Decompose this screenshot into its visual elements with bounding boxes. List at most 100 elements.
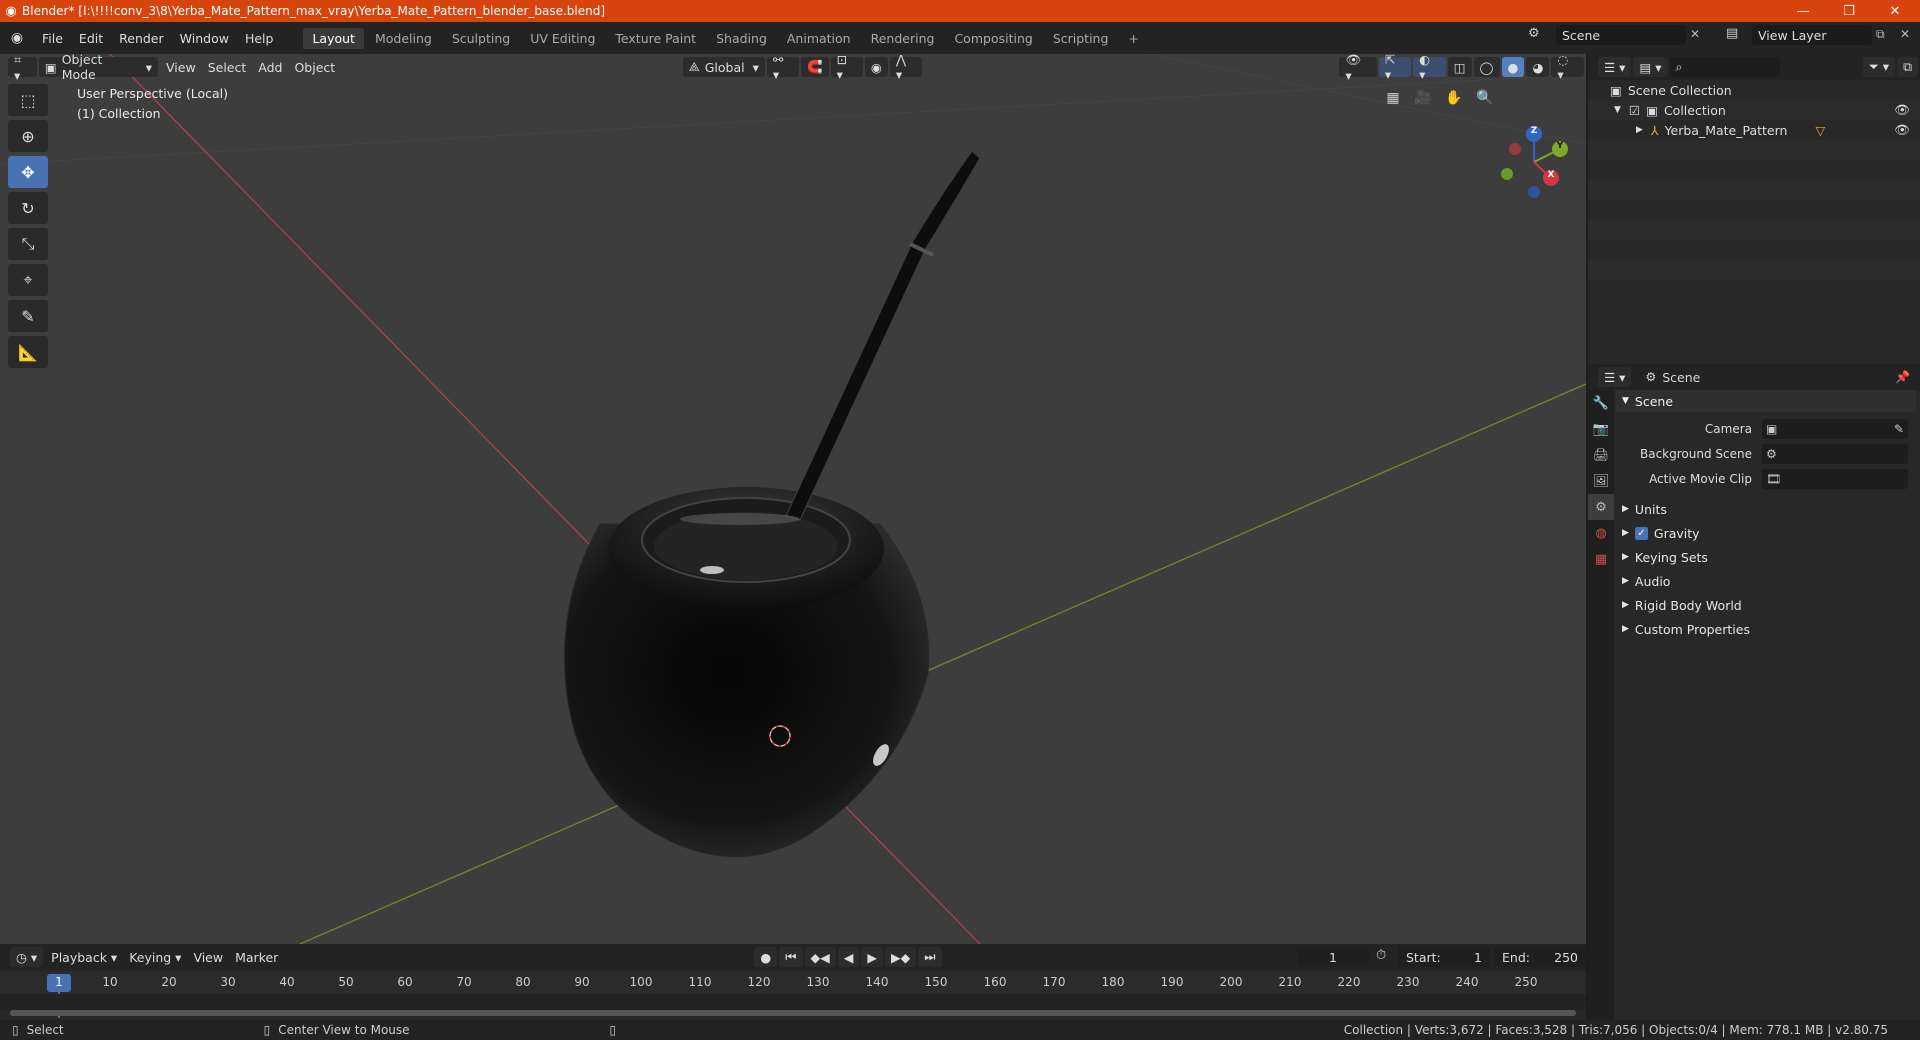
tab-uv-editing[interactable]: UV Editing	[521, 28, 604, 49]
jump-end-icon[interactable]: ⏭	[918, 947, 942, 967]
viewport-menu-select[interactable]: Select	[202, 57, 253, 77]
menu-edit[interactable]: Edit	[71, 31, 111, 46]
viewport-menu-add[interactable]: Add	[252, 57, 288, 77]
restore-button[interactable]: ❐	[1826, 0, 1872, 22]
timeline-menu-keying[interactable]: Keying ▾	[123, 947, 187, 967]
timeline-menu-view[interactable]: View	[187, 947, 229, 967]
properties-editor-type[interactable]: ☰ ▾	[1598, 367, 1632, 387]
units-subpanel[interactable]: ▶ Units	[1616, 497, 1916, 521]
transform-orientation-dropdown[interactable]: ⟁ Global ▾	[682, 57, 765, 77]
minimize-button[interactable]: —	[1780, 0, 1826, 22]
snap-element-button[interactable]: ⊡ ▾	[830, 54, 863, 82]
timeline-menu-playback[interactable]: Playback ▾	[45, 947, 123, 967]
prev-keyframe-icon[interactable]: ◆◀	[804, 947, 836, 967]
select-box-tool-icon[interactable]: ⬚	[8, 84, 48, 116]
timeline-scrollbar[interactable]	[10, 1010, 1576, 1016]
next-keyframe-icon[interactable]: ▶◆	[885, 947, 917, 967]
menu-file[interactable]: File	[34, 31, 71, 46]
visibility-button[interactable]: 👁 ▾	[1339, 54, 1377, 83]
background-scene-field[interactable]: ⚙	[1762, 443, 1908, 464]
tab-sculpting[interactable]: Sculpting	[443, 28, 519, 49]
move-tool-icon[interactable]: ✥	[8, 156, 48, 188]
object-visibility-eye-icon[interactable]: 👁	[1894, 122, 1910, 138]
preview-range-clock-icon[interactable]: ⏱	[1376, 948, 1386, 963]
view-layer-close-icon[interactable]: ✕	[1900, 27, 1910, 41]
rendered-shading-button[interactable]: ◌ ▾	[1551, 54, 1584, 82]
tab-texture-paint[interactable]: Texture Paint	[606, 28, 705, 49]
menu-window[interactable]: Window	[172, 31, 237, 46]
gizmo-z-label[interactable]: Z	[1528, 126, 1540, 136]
eyedropper-icon[interactable]: ✎	[1894, 422, 1904, 436]
falloff-button[interactable]: ⋀ ▾	[889, 54, 922, 82]
scene-panel-header[interactable]: ▼ Scene	[1616, 390, 1916, 412]
texture-props-tab-icon[interactable]: ▦	[1588, 546, 1614, 572]
world-props-tab-icon[interactable]: ◍	[1588, 520, 1614, 546]
toggle-view-grid-icon[interactable]: ▦	[1381, 86, 1405, 110]
new-collection-icon[interactable]: ⧉	[1897, 57, 1918, 77]
pin-icon[interactable]: 📌	[1895, 370, 1910, 384]
outliner-filter-icon[interactable]: ⏷ ▾	[1862, 57, 1896, 77]
current-frame-field[interactable]: 1	[1297, 947, 1369, 967]
tool-props-tab-icon[interactable]: 🔧	[1588, 390, 1614, 416]
tab-animation[interactable]: Animation	[778, 28, 860, 49]
tab-rendering[interactable]: Rendering	[862, 28, 944, 49]
timeline-menu-marker[interactable]: Marker	[229, 947, 284, 967]
keying-sets-subpanel[interactable]: ▶ Keying Sets	[1616, 545, 1916, 569]
output-props-tab-icon[interactable]: 🖨	[1588, 442, 1614, 468]
audio-subpanel[interactable]: ▶ Audio	[1616, 569, 1916, 593]
snap-toggle-button[interactable]: 🧲	[801, 57, 829, 77]
gizmo-y-label[interactable]: Y	[1554, 141, 1566, 151]
collection-visibility-eye-icon[interactable]: 👁	[1894, 102, 1910, 118]
3d-viewport[interactable]: Z Y X ⌗ ▾ ▣ Object Mode ▾ View Select Add …	[0, 54, 1586, 944]
proportional-edit-button[interactable]: ◉	[864, 57, 888, 77]
tab-scripting[interactable]: Scripting	[1044, 28, 1118, 49]
tab-shading[interactable]: Shading	[707, 28, 776, 49]
gravity-subpanel[interactable]: ▶ ✓ Gravity	[1616, 521, 1916, 545]
overlay-toggle-button[interactable]: ◐ ▾	[1413, 54, 1446, 82]
tab-layout[interactable]: Layout	[303, 27, 364, 49]
cursor-tool-icon[interactable]: ⊕	[8, 120, 48, 152]
menu-render[interactable]: Render	[111, 31, 172, 46]
menu-help[interactable]: Help	[237, 31, 282, 46]
solid-shading-button[interactable]: ●	[1501, 57, 1525, 77]
expand-collection-icon[interactable]: ▼	[1614, 105, 1621, 115]
material-shading-button[interactable]: ◕	[1526, 57, 1550, 77]
editor-type-button[interactable]: ⌗ ▾	[8, 54, 37, 83]
tab-compositing[interactable]: Compositing	[945, 28, 1041, 49]
pan-view-hand-icon[interactable]: ✋	[1442, 86, 1466, 110]
annotate-tool-icon[interactable]: ✎	[8, 300, 48, 332]
gizmo-toggle-button[interactable]: ⇱ ▾	[1378, 54, 1412, 82]
viewport-menu-view[interactable]: View	[160, 57, 202, 77]
camera-view-icon[interactable]: 🎥	[1411, 86, 1435, 110]
outliner-scene-collection[interactable]: ▣ Scene Collection	[1588, 80, 1920, 100]
view-layer-new-icon[interactable]: ⧉	[1876, 27, 1885, 42]
tab-modeling[interactable]: Modeling	[366, 28, 441, 49]
frame-ruler[interactable]: 1 10 20 30 40 50 60 70 80 90 100 110 120…	[0, 972, 1586, 1018]
scale-tool-icon[interactable]: ⤡	[8, 228, 48, 260]
outliner-search-input[interactable]: ⌕	[1669, 57, 1780, 77]
close-button[interactable]: ✕	[1872, 0, 1918, 22]
blender-menu-icon[interactable]: ◉	[0, 30, 34, 46]
play-icon[interactable]: ▶	[861, 947, 883, 967]
gizmo-x-label[interactable]: X	[1545, 170, 1557, 180]
record-button-icon[interactable]: ●	[754, 947, 778, 967]
wireframe-shading-button[interactable]: ◯	[1473, 57, 1500, 77]
scene-selector[interactable]: Scene	[1556, 25, 1686, 45]
view-layer-props-tab-icon[interactable]: 🖼	[1588, 468, 1614, 494]
outliner-editor-type[interactable]: ☰ ▾	[1598, 57, 1632, 77]
timeline-editor-type[interactable]: ◷ ▾	[10, 947, 44, 967]
scene-props-tab-icon[interactable]: ⚙	[1588, 494, 1614, 520]
custom-properties-subpanel[interactable]: ▶ Custom Properties	[1616, 617, 1916, 641]
transform-tool-icon[interactable]: ⌖	[8, 264, 48, 296]
xray-toggle-button[interactable]: ◫	[1447, 57, 1472, 77]
scene-close-icon[interactable]: ✕	[1690, 27, 1700, 41]
jump-start-icon[interactable]: ⏮	[779, 947, 803, 967]
zoom-view-icon[interactable]: 🔍	[1473, 86, 1497, 110]
gravity-checkbox[interactable]: ✓	[1634, 526, 1648, 540]
outliner-display-mode[interactable]: ▤ ▾	[1633, 57, 1668, 77]
rigid-body-world-subpanel[interactable]: ▶ Rigid Body World	[1616, 593, 1916, 617]
object-mode-dropdown[interactable]: ▣ Object Mode ▾	[38, 54, 159, 82]
rotate-tool-icon[interactable]: ↻	[8, 192, 48, 224]
camera-field[interactable]: ▣ ✎	[1762, 418, 1908, 439]
timeline-track-area[interactable]	[0, 994, 1586, 1010]
